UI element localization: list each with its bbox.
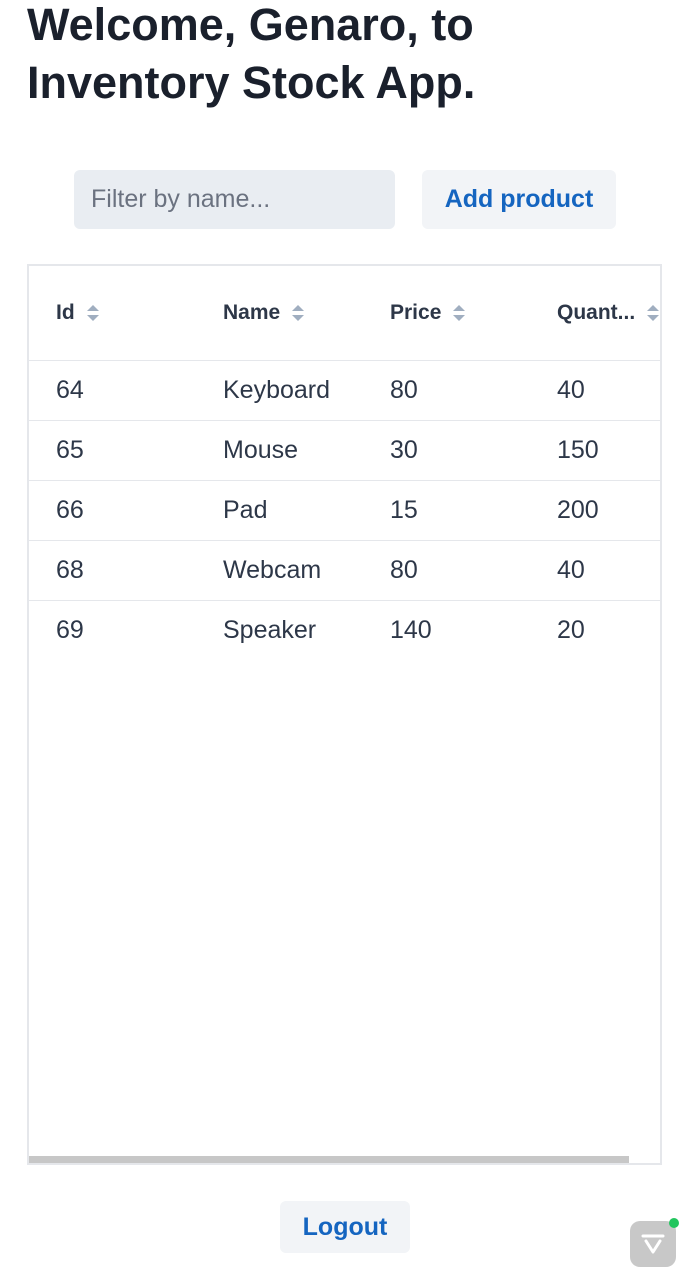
cell-quantity: 150	[557, 436, 599, 464]
products-table: Id Name Price Quant... 64 Keyboard 80 40	[27, 264, 662, 1165]
page-title-line-1: Welcome, Genaro, to	[27, 0, 474, 50]
cell-price: 15	[390, 496, 418, 524]
add-product-button[interactable]: Add product	[422, 170, 616, 229]
cell-quantity: 20	[557, 616, 585, 644]
cell-id: 66	[56, 496, 84, 524]
cell-id: 64	[56, 376, 84, 404]
cell-name: Pad	[223, 496, 268, 524]
filter-input[interactable]	[74, 170, 395, 229]
page-title: Welcome, Genaro, to Inventory Stock App.	[27, 0, 647, 112]
column-header-label: Price	[390, 301, 442, 324]
sort-icon[interactable]	[647, 305, 660, 321]
table-row[interactable]: 69 Speaker 140 20	[29, 600, 660, 660]
floating-badge[interactable]	[630, 1218, 679, 1267]
column-header-quantity[interactable]: Quant...	[557, 266, 660, 360]
column-header-name[interactable]: Name	[223, 266, 305, 360]
status-dot	[669, 1218, 679, 1228]
page: Welcome, Genaro, to Inventory Stock App.…	[0, 0, 689, 1280]
cell-price: 80	[390, 376, 418, 404]
logout-button[interactable]: Logout	[280, 1201, 410, 1253]
cell-quantity: 200	[557, 496, 599, 524]
column-header-id[interactable]: Id	[56, 266, 99, 360]
cell-price: 140	[390, 616, 432, 644]
chevron-down-badge-icon	[641, 1234, 665, 1254]
cell-id: 65	[56, 436, 84, 464]
cell-name: Speaker	[223, 616, 317, 644]
page-title-line-2: Inventory Stock App.	[27, 57, 476, 108]
sort-icon[interactable]	[292, 305, 305, 321]
cell-name: Keyboard	[223, 376, 331, 404]
cell-quantity: 40	[557, 556, 585, 584]
sort-icon[interactable]	[453, 305, 466, 321]
column-header-label: Id	[56, 301, 75, 324]
sort-icon[interactable]	[86, 305, 99, 321]
table-row[interactable]: 68 Webcam 80 40	[29, 540, 660, 601]
column-header-label: Quant...	[557, 301, 636, 324]
cell-name: Webcam	[223, 556, 322, 584]
cell-quantity: 40	[557, 376, 585, 404]
cell-price: 80	[390, 556, 418, 584]
table-row[interactable]: 65 Mouse 30 150	[29, 420, 660, 481]
cell-price: 30	[390, 436, 418, 464]
cell-id: 69	[56, 616, 84, 644]
column-header-label: Name	[223, 301, 281, 324]
table-header: Id Name Price Quant...	[29, 266, 660, 361]
cell-name: Mouse	[223, 436, 299, 464]
table-row[interactable]: 66 Pad 15 200	[29, 480, 660, 541]
table-row[interactable]: 64 Keyboard 80 40	[29, 360, 660, 421]
horizontal-scrollbar[interactable]	[29, 1156, 629, 1163]
cell-id: 68	[56, 556, 84, 584]
column-header-price[interactable]: Price	[390, 266, 466, 360]
